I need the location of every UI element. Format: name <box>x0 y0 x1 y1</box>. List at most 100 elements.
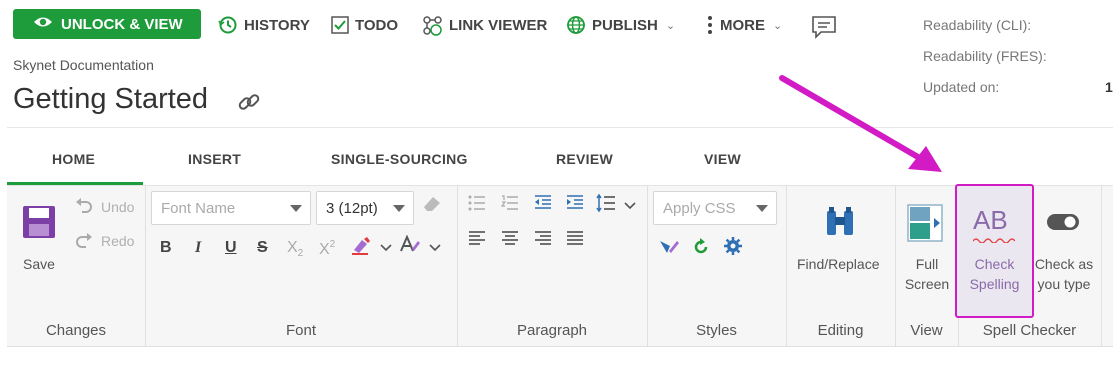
tab-view[interactable]: VIEW <box>704 151 741 167</box>
checkbox-icon <box>331 16 349 34</box>
binoculars-icon[interactable] <box>823 205 857 244</box>
undo-button[interactable]: Undo <box>101 197 134 217</box>
group-divider <box>1101 186 1102 346</box>
check-as-you-type-toggle[interactable]: Check as you type <box>1031 254 1097 294</box>
superscript-x: X <box>319 241 330 258</box>
save-button[interactable]: Save <box>23 254 55 274</box>
editing-group-label: Editing <box>817 322 864 339</box>
link-icon[interactable] <box>236 89 262 120</box>
history-icon <box>218 15 238 35</box>
eraser-icon[interactable] <box>422 195 442 218</box>
spell-check-icon[interactable]: AB <box>973 205 1015 243</box>
page-title: Getting Started <box>13 83 209 115</box>
redo-icon[interactable] <box>75 233 93 254</box>
todo-button[interactable]: TODO <box>331 12 398 38</box>
link-viewer-button[interactable]: LINK VIEWER <box>422 12 547 38</box>
subscript-button[interactable]: X2 <box>287 239 303 259</box>
unlock-and-view-label: UNLOCK & VIEW <box>61 15 183 33</box>
chevron-down-icon[interactable] <box>624 198 636 216</box>
full-screen-line2: Screen <box>904 276 950 292</box>
font-group-label: Font <box>285 322 316 339</box>
breadcrumb[interactable]: Skynet Documentation <box>13 57 154 73</box>
font-size-value: 3 (12pt) <box>326 199 378 217</box>
chevron-down-icon <box>393 205 405 212</box>
todo-label: TODO <box>355 16 399 34</box>
history-label: HISTORY <box>244 16 310 34</box>
tab-review[interactable]: REVIEW <box>556 151 613 167</box>
underline-button[interactable]: U <box>225 239 237 257</box>
font-size-select[interactable]: 3 (12pt) <box>316 191 414 225</box>
view-group-label: View <box>910 322 943 339</box>
globe-icon <box>566 15 586 35</box>
font-color-icon[interactable] <box>398 234 422 262</box>
strikethrough-button[interactable]: S <box>257 239 268 257</box>
indent-icon[interactable] <box>566 195 584 216</box>
full-screen-icon[interactable] <box>907 204 943 247</box>
apply-css-placeholder: Apply CSS <box>663 199 736 217</box>
save-icon[interactable] <box>22 205 56 244</box>
apply-css-select[interactable]: Apply CSS <box>653 191 777 225</box>
highlight-color-icon[interactable] <box>350 236 372 261</box>
align-right-icon[interactable] <box>534 231 552 250</box>
align-justify-icon[interactable] <box>566 231 584 250</box>
updated-on-value: 1 <box>1105 79 1113 95</box>
toggle-switch-icon[interactable] <box>1046 213 1080 236</box>
refresh-icon[interactable] <box>692 238 710 261</box>
link-viewer-label: LINK VIEWER <box>449 16 548 34</box>
subscript-x: X <box>287 239 298 256</box>
readability-cli-label: Readability (CLI): <box>923 17 1032 33</box>
full-screen-button[interactable]: Full Screen <box>899 254 955 294</box>
full-screen-line1: Full <box>915 256 939 272</box>
edit-style-icon[interactable] <box>658 237 680 262</box>
undo-icon[interactable] <box>75 198 93 219</box>
outdent-icon[interactable] <box>534 195 552 216</box>
comment-button[interactable] <box>811 14 837 40</box>
readability-fres-label: Readability (FRES): <box>923 48 1047 64</box>
bullet-list-icon[interactable] <box>468 195 486 216</box>
line-spacing-icon[interactable] <box>596 193 616 218</box>
publish-button[interactable]: PUBLISH ⌄ <box>566 12 675 38</box>
history-button[interactable]: HISTORY <box>218 12 310 38</box>
check-as-you-type-line2: you type <box>1037 276 1091 292</box>
align-left-icon[interactable] <box>468 231 486 250</box>
vertical-dots-icon <box>706 15 714 35</box>
subscript-mark: 2 <box>297 248 304 259</box>
publish-label: PUBLISH <box>592 16 658 34</box>
numbered-list-icon[interactable] <box>500 195 519 216</box>
find-replace-button[interactable]: Find/Replace <box>797 254 880 274</box>
chevron-down-icon <box>290 205 302 212</box>
more-button[interactable]: MORE ⌄ <box>706 12 782 38</box>
gear-icon[interactable] <box>723 236 743 261</box>
tab-home[interactable]: HOME <box>52 151 95 167</box>
chevron-down-icon: ⌄ <box>665 19 676 32</box>
link-viewer-icon <box>422 15 443 36</box>
spell-checker-group-label: Spell Checker <box>982 322 1077 339</box>
bold-button[interactable]: B <box>160 239 172 257</box>
font-name-placeholder: Font Name <box>161 199 236 217</box>
superscript-button[interactable]: X2 <box>319 239 335 259</box>
tab-insert[interactable]: INSERT <box>188 151 241 167</box>
comment-icon <box>811 14 837 40</box>
styles-group-label: Styles <box>696 322 737 339</box>
spell-check-glyph: AB <box>973 205 1008 235</box>
check-spelling-line1: Check <box>974 256 1015 272</box>
superscript-mark: 2 <box>329 239 336 250</box>
italic-button[interactable]: I <box>195 239 201 257</box>
more-label: MORE <box>720 16 765 34</box>
chevron-down-icon[interactable] <box>429 240 441 258</box>
redo-button[interactable]: Redo <box>101 231 134 251</box>
changes-group-label: Changes <box>45 322 107 339</box>
check-as-you-type-line1: Check as <box>1034 256 1094 272</box>
annotation-arrow-icon <box>770 68 960 193</box>
chevron-down-icon: ⌄ <box>773 19 783 32</box>
check-spelling-button[interactable]: Check Spelling <box>963 254 1026 294</box>
align-center-icon[interactable] <box>501 231 519 250</box>
unlock-and-view-button[interactable]: UNLOCK & VIEW <box>13 9 201 39</box>
check-spelling-line2: Spelling <box>969 276 1020 292</box>
chevron-down-icon <box>756 205 768 212</box>
editor-canvas[interactable] <box>7 348 1113 368</box>
font-name-select[interactable]: Font Name <box>151 191 311 225</box>
chevron-down-icon[interactable] <box>380 240 392 258</box>
paragraph-group-label: Paragraph <box>516 322 588 339</box>
tab-single-sourcing[interactable]: SINGLE-SOURCING <box>331 151 468 167</box>
